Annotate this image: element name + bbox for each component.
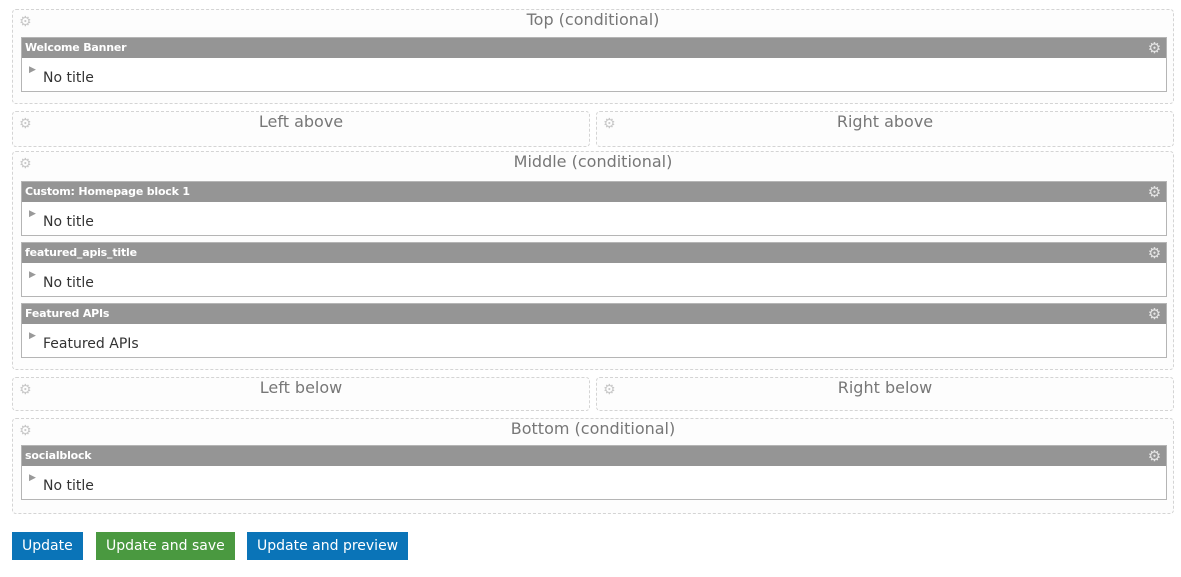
triangle-right-icon[interactable]: ▶: [29, 209, 36, 219]
update-button[interactable]: Update: [12, 532, 83, 560]
pane-header[interactable]: Custom: Homepage block 1 ⚙: [22, 182, 1166, 202]
pane-header[interactable]: featured_apis_title ⚙: [22, 243, 1166, 263]
update-and-save-button[interactable]: Update and save: [96, 532, 235, 560]
pane-gear-icon[interactable]: ⚙: [1148, 40, 1161, 56]
region-bottom-title: Bottom (conditional): [510, 419, 676, 438]
region-right-below-title: Right below: [837, 378, 933, 397]
region-middle: ⚙ Middle (conditional) Custom: Homepage …: [12, 151, 1174, 370]
region-left-below: ⚙ Left below: [12, 377, 590, 411]
region-top: ⚙ Top (conditional) Welcome Banner ⚙ ▶ N…: [12, 9, 1174, 104]
pane-body: ▶ Featured APIs: [22, 324, 1166, 357]
pane-featured-apis-title[interactable]: featured_apis_title ⚙ ▶ No title: [21, 242, 1167, 297]
region-top-title: Top (conditional): [526, 10, 660, 29]
pane-header-label: Custom: Homepage block 1: [25, 185, 190, 198]
pane-body: ▶ No title: [22, 263, 1166, 296]
region-left-below-title: Left below: [259, 378, 343, 397]
pane-header-label: socialblock: [25, 449, 92, 462]
pane-header-label: featured_apis_title: [25, 246, 137, 259]
pane-header-label: Featured APIs: [25, 307, 110, 320]
region-left-above-title: Left above: [258, 112, 344, 131]
triangle-right-icon[interactable]: ▶: [29, 331, 36, 341]
region-right-below: ⚙ Right below: [596, 377, 1174, 411]
pane-header[interactable]: Welcome Banner ⚙: [22, 38, 1166, 58]
pane-body-text: No title: [43, 70, 94, 86]
pane-custom-homepage-block-1[interactable]: Custom: Homepage block 1 ⚙ ▶ No title: [21, 181, 1167, 236]
update-and-preview-button[interactable]: Update and preview: [247, 532, 409, 560]
pane-body: ▶ No title: [22, 202, 1166, 235]
pane-body-text: No title: [43, 214, 94, 230]
pane-gear-icon[interactable]: ⚙: [1148, 306, 1161, 322]
region-middle-title: Middle (conditional): [513, 152, 673, 171]
pane-socialblock[interactable]: socialblock ⚙ ▶ No title: [21, 445, 1167, 500]
pane-header[interactable]: socialblock ⚙: [22, 446, 1166, 466]
region-right-above-title: Right above: [836, 112, 934, 131]
pane-body: ▶ No title: [22, 466, 1166, 499]
pane-gear-icon[interactable]: ⚙: [1148, 448, 1161, 464]
pane-header[interactable]: Featured APIs ⚙: [22, 304, 1166, 324]
region-right-above: ⚙ Right above: [596, 111, 1174, 147]
region-bottom: ⚙ Bottom (conditional) socialblock ⚙ ▶ N…: [12, 418, 1174, 514]
pane-body-text: No title: [43, 478, 94, 494]
pane-welcome-banner[interactable]: Welcome Banner ⚙ ▶ No title: [21, 37, 1167, 92]
pane-featured-apis[interactable]: Featured APIs ⚙ ▶ Featured APIs: [21, 303, 1167, 358]
pane-gear-icon[interactable]: ⚙: [1148, 245, 1161, 261]
pane-body-text: Featured APIs: [43, 336, 139, 352]
triangle-right-icon[interactable]: ▶: [29, 270, 36, 280]
region-left-above: ⚙ Left above: [12, 111, 590, 147]
pane-body: ▶ No title: [22, 58, 1166, 91]
triangle-right-icon[interactable]: ▶: [29, 473, 36, 483]
pane-header-label: Welcome Banner: [25, 41, 127, 54]
pane-gear-icon[interactable]: ⚙: [1148, 184, 1161, 200]
pane-body-text: No title: [43, 275, 94, 291]
triangle-right-icon[interactable]: ▶: [29, 65, 36, 75]
